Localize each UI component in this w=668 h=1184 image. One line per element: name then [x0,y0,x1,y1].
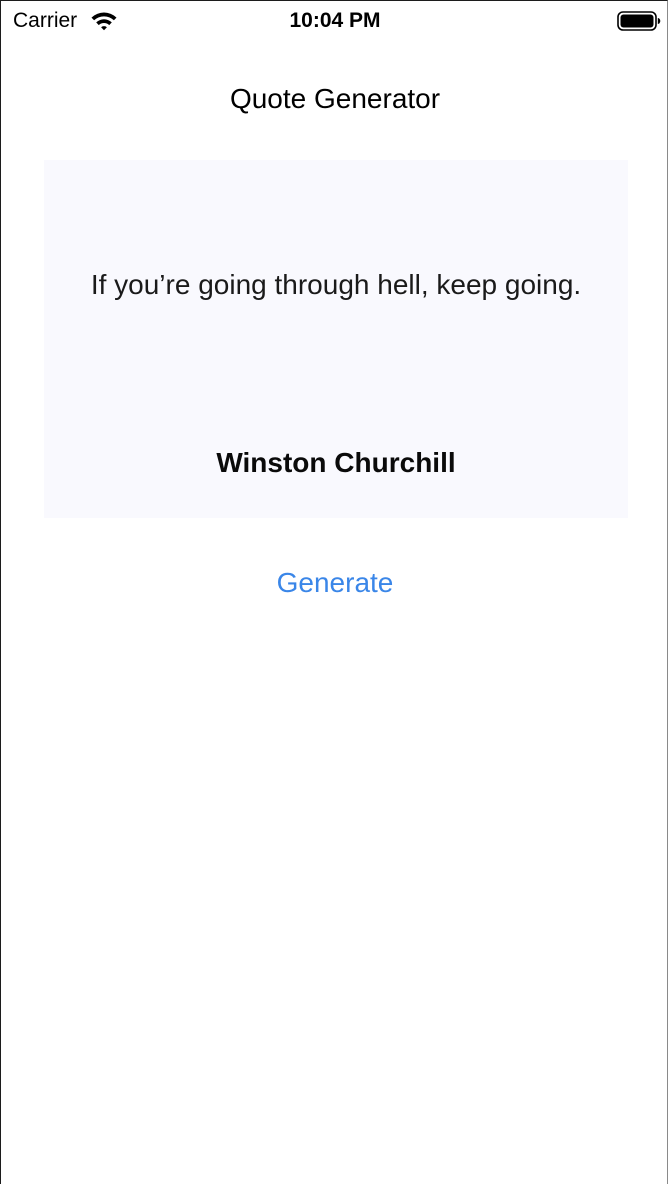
app-screen: Carrier 10:04 PM Quote Generator If you’… [0,0,668,1184]
status-time: 10:04 PM [289,9,381,32]
generate-button[interactable]: Generate [235,561,435,605]
page-title: Quote Generator [229,83,441,114]
quote-text: If you’re going through hell, keep going… [90,269,582,300]
quote-author: Winston Churchill [216,447,456,478]
status-bar: Carrier 10:04 PM [1,1,667,41]
battery-full-icon [617,11,661,31]
quote-card: If you’re going through hell, keep going… [44,160,628,518]
